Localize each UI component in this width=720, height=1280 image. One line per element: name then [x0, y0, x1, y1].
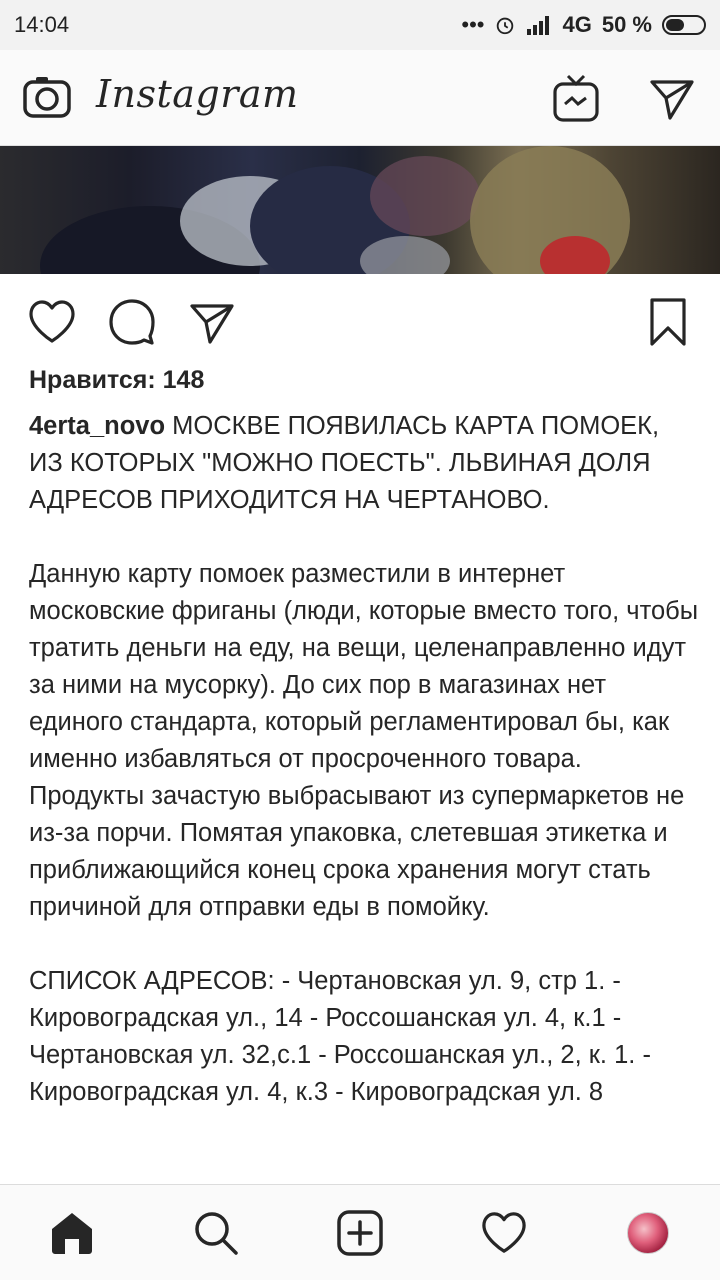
app-header: Instagram [0, 50, 720, 146]
like-icon[interactable] [26, 296, 78, 348]
share-icon[interactable] [186, 296, 238, 348]
home-icon[interactable] [44, 1205, 100, 1261]
likes-count[interactable]: Нравится: 148 [29, 366, 204, 395]
avatar [627, 1212, 669, 1254]
search-icon[interactable] [188, 1205, 244, 1261]
post-caption: 4erta_novo МОСКВЕ ПОЯВИЛАСЬ КАРТА ПОМОЕК… [29, 408, 699, 1111]
status-bar: 14:04 ••• 4G 50 % [0, 0, 720, 50]
add-post-icon[interactable] [332, 1205, 388, 1261]
more-dots-icon: ••• [461, 12, 485, 37]
signal-icon [526, 15, 552, 35]
battery-icon [662, 15, 706, 35]
profile-avatar[interactable] [620, 1205, 676, 1261]
bottom-nav [0, 1184, 720, 1280]
network-type: 4G [562, 12, 592, 37]
comment-icon[interactable] [106, 296, 158, 348]
activity-heart-icon[interactable] [476, 1205, 532, 1261]
bookmark-icon[interactable] [642, 296, 694, 348]
camera-icon[interactable] [19, 70, 75, 126]
igtv-icon[interactable] [548, 70, 604, 126]
battery-percent: 50 % [601, 12, 652, 37]
direct-message-icon[interactable] [644, 70, 700, 126]
caption-username[interactable]: 4erta_novo [29, 412, 165, 440]
post-actions [0, 274, 720, 366]
app-logo: Instagram [96, 72, 299, 116]
caption-text: МОСКВЕ ПОЯВИЛАСЬ КАРТА ПОМОЕК, ИЗ КОТОРЫ… [29, 412, 699, 1106]
status-time: 14:04 [14, 12, 70, 37]
status-indicators: ••• 4G 50 % [461, 12, 706, 38]
alarm-icon [494, 14, 516, 36]
post-photo[interactable] [0, 146, 720, 274]
